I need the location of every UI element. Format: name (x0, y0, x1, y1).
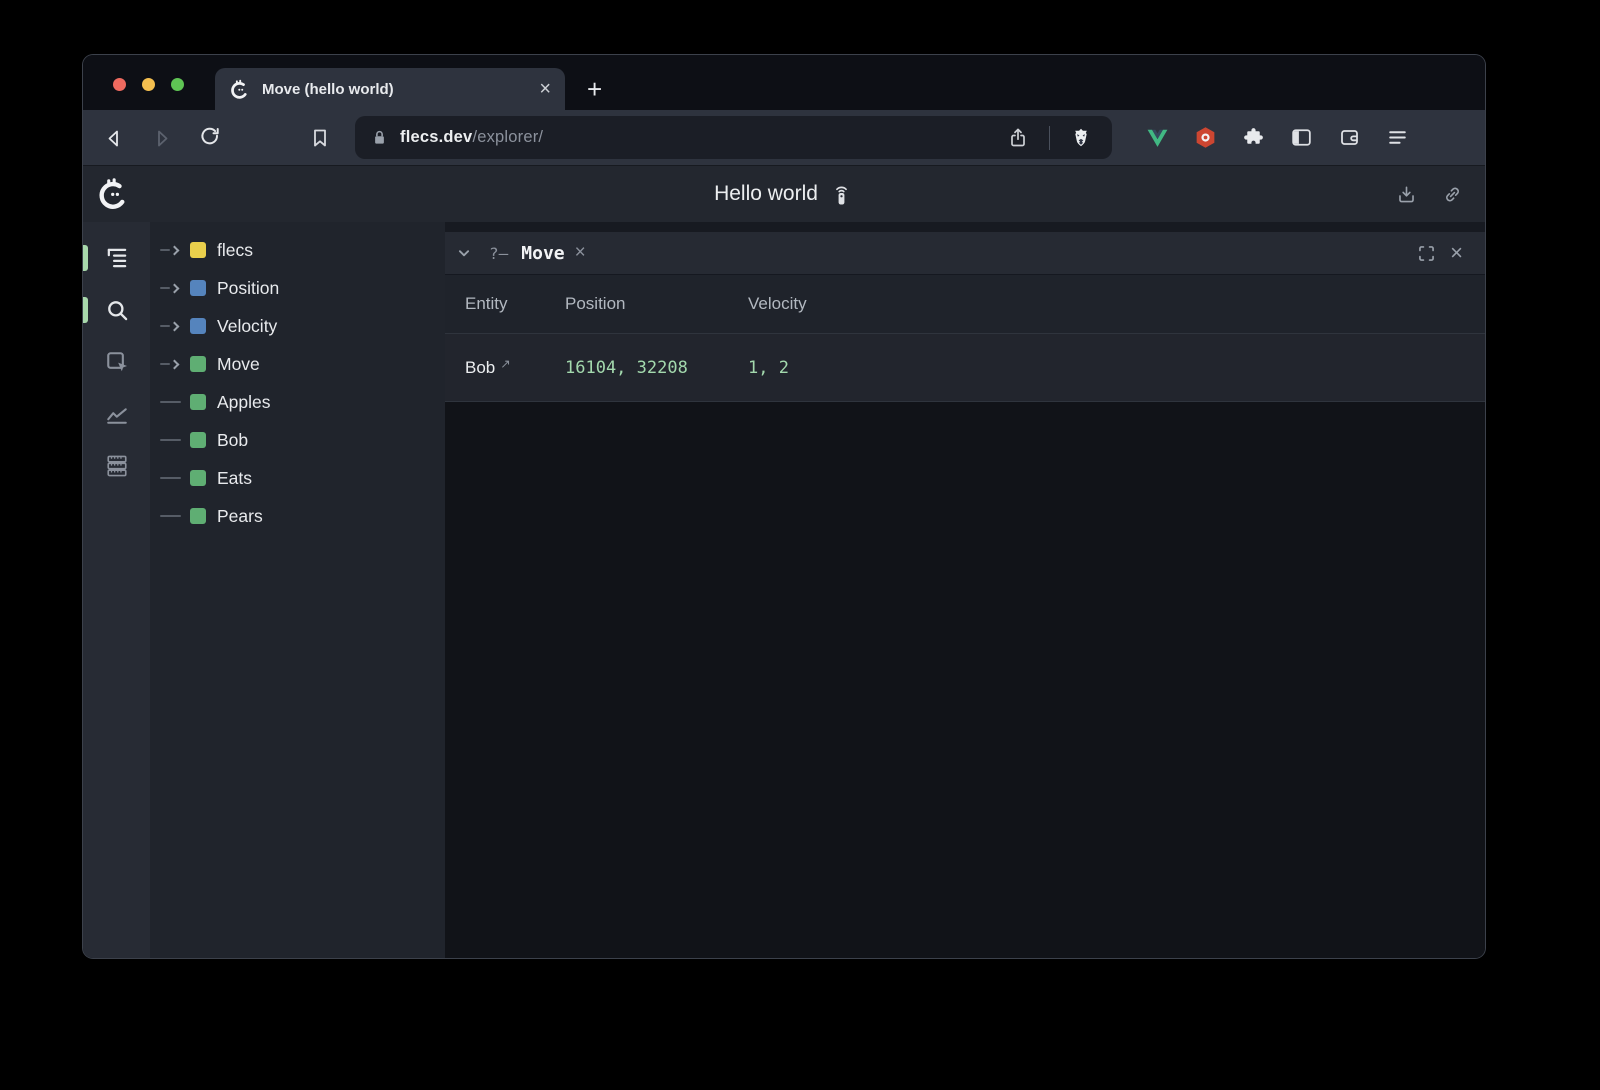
tree-item-pears[interactable]: Pears (150, 497, 445, 535)
tree-item-bob[interactable]: Bob (150, 421, 445, 459)
wallet-icon[interactable] (1336, 124, 1363, 151)
tab-close-icon[interactable]: × (539, 79, 551, 99)
url-domain: flecs.dev (400, 128, 472, 146)
chevron-down-icon[interactable] (453, 242, 475, 264)
tree-guide-line (160, 401, 190, 403)
reload-button[interactable] (193, 121, 227, 155)
tab-title: Move (hello world) (262, 81, 527, 98)
entity-name[interactable]: Bob (465, 358, 495, 378)
back-button[interactable] (97, 121, 131, 155)
query-close-icon[interactable]: × (575, 242, 586, 264)
tree-item-label[interactable]: Eats (217, 468, 252, 489)
query-panel: ?– Move × × Enti (445, 222, 1485, 958)
entity-swatch (190, 470, 206, 486)
entity-swatch (190, 508, 206, 524)
browser-tab[interactable]: Move (hello world) × (215, 68, 565, 110)
traffic-lights (113, 78, 184, 91)
forward-button[interactable] (145, 121, 179, 155)
url-text: flecs.dev/explorer/ (400, 128, 543, 147)
tree-item-velocity[interactable]: Velocity (150, 307, 445, 345)
tree-panel-icon[interactable] (103, 244, 131, 272)
entity-swatch (190, 318, 206, 334)
share-button[interactable] (1001, 121, 1035, 155)
browser-window: Move (hello world) × + flecs.dev/explore… (83, 55, 1485, 958)
entity-swatch (190, 242, 206, 258)
panel-close-icon[interactable]: × (1450, 242, 1463, 264)
remote-connection-icon (829, 182, 854, 207)
bookmark-button[interactable] (303, 121, 337, 155)
expand-chevron-icon[interactable] (160, 247, 190, 254)
link-button[interactable] (1435, 177, 1469, 211)
tab-bar: Move (hello world) × + (83, 55, 1485, 110)
velocity-value: 1, 2 (748, 358, 1485, 378)
sidebar-toggle-icon[interactable] (1288, 124, 1315, 151)
brave-shield-icon[interactable] (1064, 121, 1098, 155)
panel-gap (445, 222, 1485, 232)
active-panel-indicator (83, 245, 88, 271)
table-row[interactable]: Bob ↗ 16104, 32208 1, 2 (445, 333, 1485, 402)
position-value: 16104, 32208 (565, 358, 748, 378)
zoom-window-button[interactable] (171, 78, 184, 91)
query-header: ?– Move × × (445, 232, 1485, 275)
tree-item-label[interactable]: Apples (217, 392, 271, 413)
column-header-position: Position (565, 294, 748, 314)
url-path: /explorer/ (472, 128, 543, 146)
extensions-puzzle-icon[interactable] (1240, 124, 1267, 151)
entity-swatch (190, 280, 206, 296)
entity-swatch (190, 394, 206, 410)
url-divider (1049, 126, 1051, 150)
tree-item-label[interactable]: Position (217, 278, 279, 299)
tree-guide-line (160, 477, 190, 479)
entity-tree-panel: flecs Position Velocity Move Apples (150, 222, 445, 958)
search-panel-icon[interactable] (103, 296, 131, 324)
minimize-window-button[interactable] (142, 78, 155, 91)
tree-item-apples[interactable]: Apples (150, 383, 445, 421)
expand-chevron-icon[interactable] (160, 285, 190, 292)
tree-item-move[interactable]: Move (150, 345, 445, 383)
entity-swatch (190, 432, 206, 448)
extensions-row (1144, 124, 1411, 151)
tree-item-label[interactable]: Bob (217, 430, 248, 451)
tree-item-flecs[interactable]: flecs (150, 231, 445, 269)
result-table-header: Entity Position Velocity (445, 275, 1485, 333)
menu-icon[interactable] (1384, 124, 1411, 151)
tree-guide-line (160, 439, 190, 441)
tree-item-eats[interactable]: Eats (150, 459, 445, 497)
panel-empty-area (445, 402, 1485, 958)
close-window-button[interactable] (113, 78, 126, 91)
explorer-header: Hello world (83, 165, 1485, 222)
tree-item-label[interactable]: Move (217, 354, 260, 375)
entity-swatch (190, 356, 206, 372)
fullscreen-icon[interactable] (1416, 243, 1437, 264)
stats-panel-icon[interactable] (103, 452, 131, 480)
chart-panel-icon[interactable] (103, 400, 131, 428)
tree-guide-line (160, 515, 190, 517)
download-button[interactable] (1389, 177, 1423, 211)
flecs-favicon-icon (229, 79, 250, 100)
tree-item-label[interactable]: flecs (217, 240, 253, 261)
hex-extension-icon[interactable] (1192, 124, 1219, 151)
flecs-logo-icon (96, 177, 130, 211)
entity-cell[interactable]: Bob ↗ (465, 358, 565, 378)
expand-chevron-icon[interactable] (160, 361, 190, 368)
query-title[interactable]: Move (521, 243, 564, 264)
tree-item-position[interactable]: Position (150, 269, 445, 307)
browser-toolbar: flecs.dev/explorer/ (83, 110, 1485, 165)
active-panel-indicator (83, 297, 88, 323)
tree-item-label[interactable]: Pears (217, 506, 263, 527)
lock-icon (369, 127, 390, 148)
url-bar[interactable]: flecs.dev/explorer/ (355, 116, 1112, 159)
query-prefix: ?– (489, 244, 508, 263)
column-header-velocity: Velocity (748, 294, 1485, 314)
vue-devtools-icon[interactable] (1144, 124, 1171, 151)
panel-rail (83, 222, 150, 958)
entity-link-arrow-icon[interactable]: ↗ (500, 356, 510, 371)
new-tab-button[interactable]: + (587, 76, 602, 102)
column-header-entity: Entity (465, 294, 565, 314)
expand-chevron-icon[interactable] (160, 323, 190, 330)
world-title: Hello world (714, 182, 818, 206)
tree-item-label[interactable]: Velocity (217, 316, 277, 337)
inspector-panel-icon[interactable] (103, 348, 131, 376)
